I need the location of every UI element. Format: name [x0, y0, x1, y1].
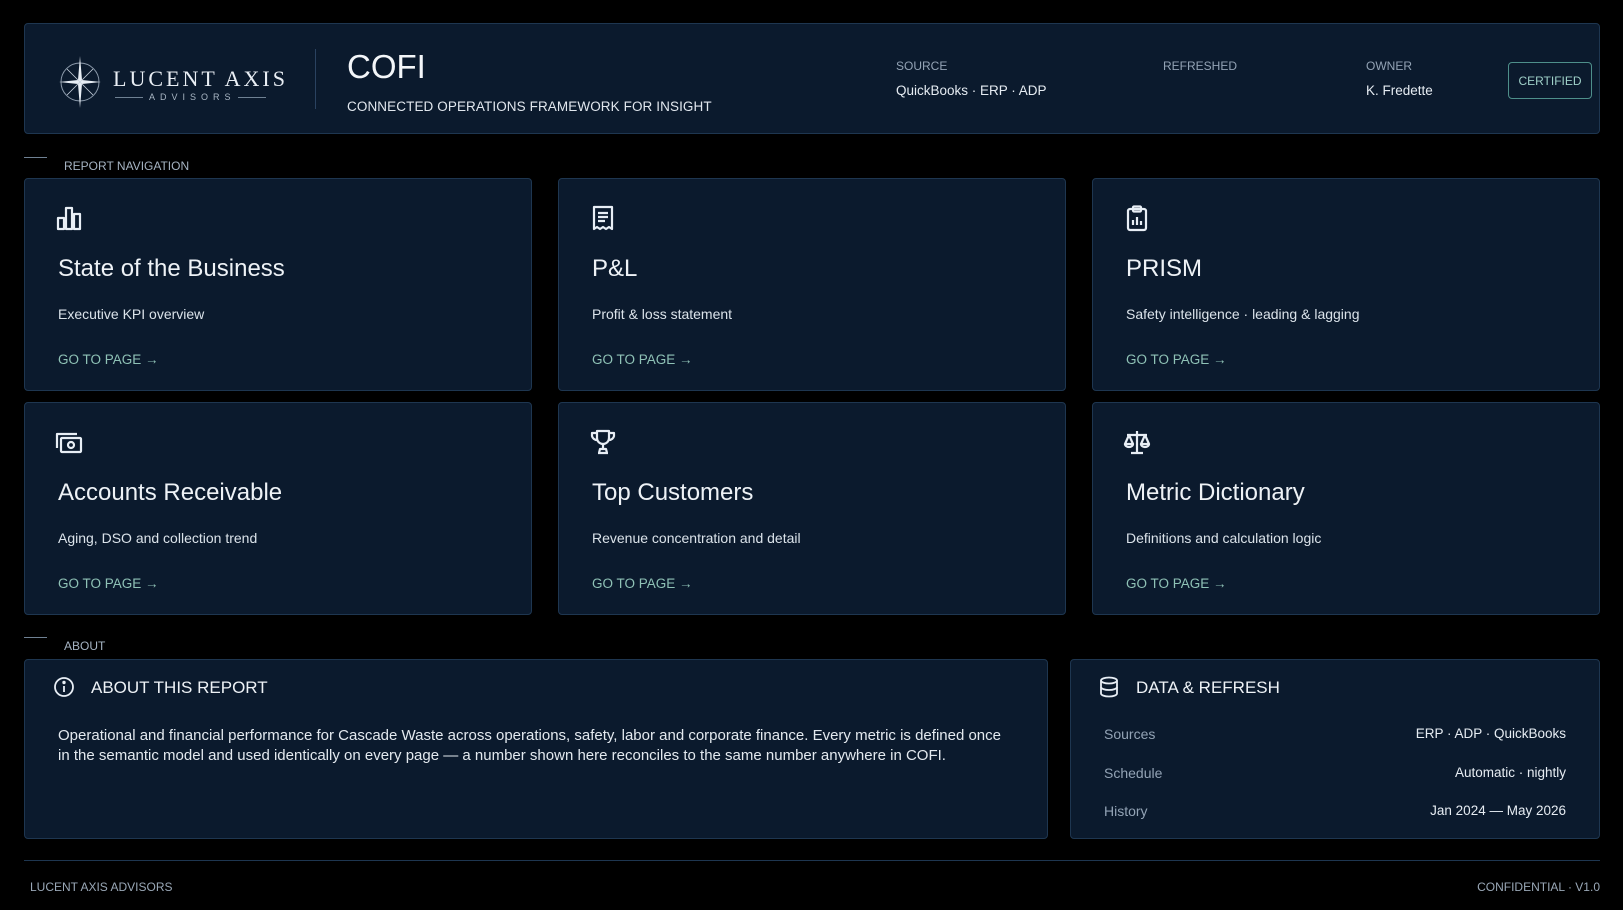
nav-card-state-of-business[interactable]: State of the Business Executive KPI over… — [24, 178, 532, 391]
receipt-icon — [592, 205, 614, 231]
data-refresh-panel: DATA & REFRESH Sources ERP · ADP · Quick… — [1070, 659, 1600, 839]
footer-confidential: CONFIDENTIAL · V1.0 — [1477, 880, 1600, 894]
info-icon — [54, 677, 74, 697]
go-to-page-link[interactable]: GO TO PAGE → — [1126, 576, 1227, 591]
card-description: Definitions and calculation logic — [1126, 530, 1322, 546]
company-logo: LUCENT AXIS ADVISORS — [57, 54, 287, 109]
card-title: State of the Business — [58, 255, 285, 282]
sources-value: ERP · ADP · QuickBooks — [1415, 726, 1566, 741]
card-title: P&L — [592, 255, 638, 282]
page-subtitle: CONNECTED OPERATIONS FRAMEWORK FOR INSIG… — [347, 99, 712, 114]
source-value: QuickBooks · ERP · ADP — [896, 83, 1047, 98]
data-refresh-title: DATA & REFRESH — [1136, 678, 1280, 697]
cash-icon — [55, 432, 83, 454]
section-label-navigation: REPORT NAVIGATION — [24, 157, 189, 173]
about-panel: ABOUT THIS REPORT Operational and financ… — [24, 659, 1048, 839]
nav-card-metric-dictionary[interactable]: Metric Dictionary Definitions and calcul… — [1092, 402, 1600, 615]
bar-chart-icon — [56, 206, 82, 231]
go-to-page-link[interactable]: GO TO PAGE → — [1126, 352, 1227, 367]
card-title: Top Customers — [592, 479, 754, 506]
source-label: SOURCE — [896, 59, 948, 73]
clipboard-icon — [1126, 205, 1148, 232]
header-divider — [315, 49, 316, 109]
go-to-page-link[interactable]: GO TO PAGE → — [592, 576, 693, 591]
go-to-page-link[interactable]: GO TO PAGE → — [58, 576, 159, 591]
go-to-page-link[interactable]: GO TO PAGE → — [58, 352, 159, 367]
card-title: Accounts Receivable — [58, 479, 283, 506]
card-description: Executive KPI overview — [58, 306, 205, 322]
logo-name: LUCENT AXIS — [113, 66, 288, 91]
footer-company: LUCENT AXIS ADVISORS — [30, 880, 173, 894]
about-title: ABOUT THIS REPORT — [91, 678, 268, 697]
nav-card-top-customers[interactable]: Top Customers Revenue concentration and … — [558, 402, 1066, 615]
section-label-about: ABOUT — [24, 637, 105, 653]
certified-badge: CERTIFIED — [1508, 62, 1592, 99]
card-description: Revenue concentration and detail — [592, 530, 801, 546]
nav-card-pnl[interactable]: P&L Profit & loss statement GO TO PAGE → — [558, 178, 1066, 391]
database-icon — [1100, 676, 1118, 698]
scale-icon — [1123, 431, 1151, 455]
card-description: Profit & loss statement — [592, 306, 733, 322]
report-header: LUCENT AXIS ADVISORS COFI CONNECTED OPER… — [24, 23, 1600, 134]
schedule-key: Schedule — [1104, 765, 1163, 781]
logo-subtitle: ADVISORS — [115, 92, 265, 102]
sources-key: Sources — [1104, 726, 1156, 742]
card-description: Aging, DSO and collection trend — [58, 530, 258, 546]
star-logo-icon — [59, 56, 101, 108]
card-description: Safety intelligence · leading & lagging — [1126, 306, 1360, 322]
card-title: Metric Dictionary — [1126, 479, 1305, 506]
refreshed-label: REFRESHED — [1163, 59, 1238, 73]
owner-label: OWNER — [1366, 59, 1412, 73]
card-title: PRISM — [1126, 255, 1203, 282]
schedule-value: Automatic · nightly — [1454, 765, 1566, 780]
about-text: Operational and financial performance fo… — [58, 727, 1001, 764]
footer-divider — [24, 860, 1600, 861]
owner-value: K. Fredette — [1366, 83, 1433, 98]
nav-card-accounts-receivable[interactable]: Accounts Receivable Aging, DSO and colle… — [24, 402, 532, 615]
history-key: History — [1104, 803, 1148, 819]
trophy-icon — [590, 429, 616, 455]
go-to-page-link[interactable]: GO TO PAGE → — [592, 352, 693, 367]
page-title: COFI — [347, 48, 426, 85]
history-value: Jan 2024 — May 2026 — [1430, 803, 1566, 818]
nav-card-prism[interactable]: PRISM Safety intelligence · leading & la… — [1092, 178, 1600, 391]
